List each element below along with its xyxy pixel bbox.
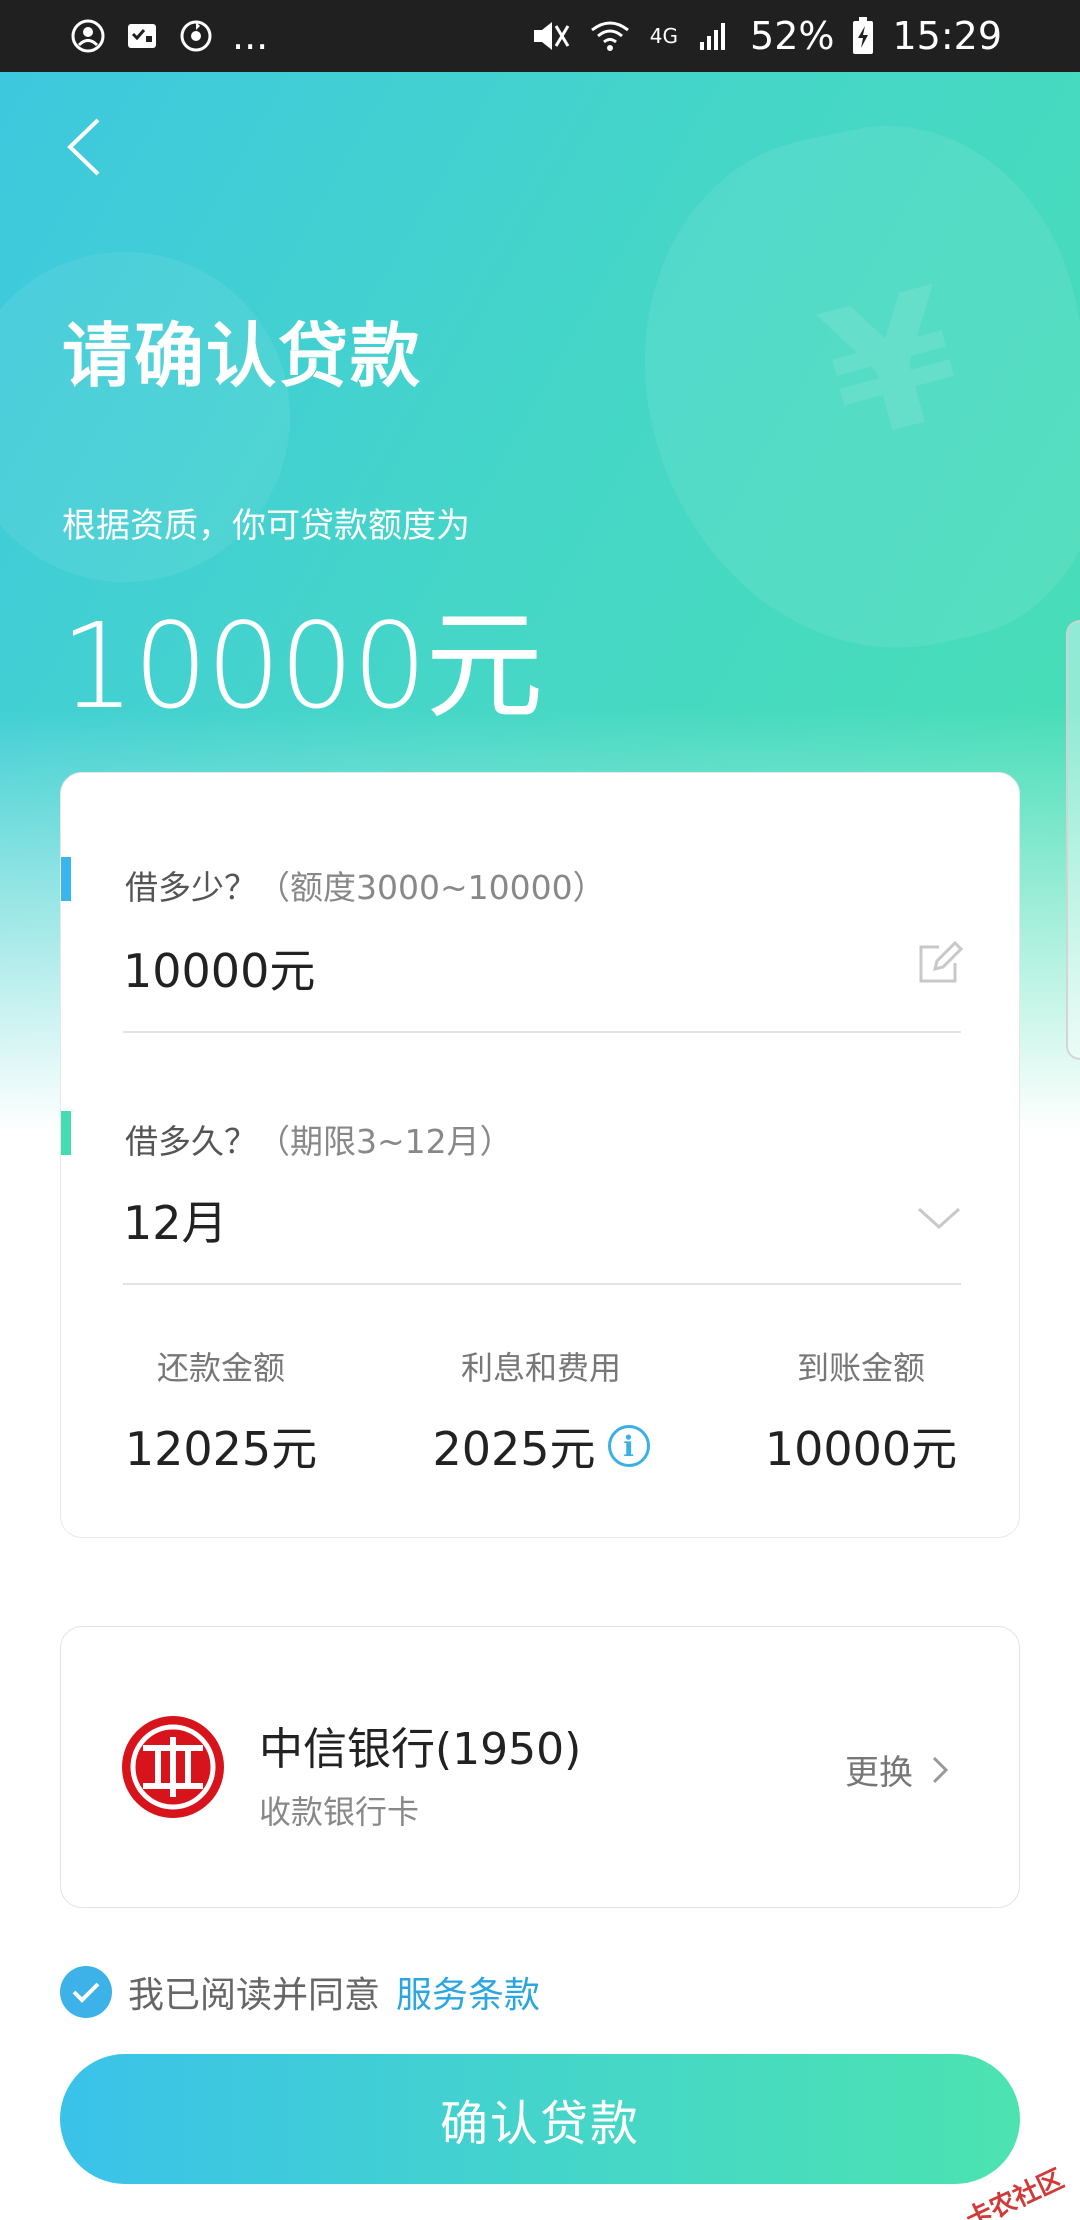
task-icon xyxy=(124,18,160,54)
network-type: 4G xyxy=(649,24,679,48)
change-bank-button[interactable]: 更换 xyxy=(845,1745,949,1794)
sync-icon xyxy=(178,18,214,54)
amount-label: 借多少？（额度3000~10000） xyxy=(125,861,606,909)
term-hint: （期限3~12月） xyxy=(257,1122,513,1161)
limit-label: 根据资质，你可贷款额度为 xyxy=(62,506,470,546)
amount-label-text: 借多少？ xyxy=(125,868,257,907)
clock: 15:29 xyxy=(892,14,1002,58)
confirm-loan-button[interactable]: 确认贷款 xyxy=(60,2054,1020,2184)
status-more: ... xyxy=(232,14,269,58)
account-icon xyxy=(70,18,106,54)
summary-label: 还款金额 xyxy=(156,1349,285,1387)
battery-charging-icon xyxy=(852,17,874,55)
limit-amount: 10000元 xyxy=(60,597,543,735)
wifi-icon xyxy=(588,18,632,54)
edit-icon[interactable] xyxy=(915,939,964,987)
summary-value: 10000元 xyxy=(764,1422,958,1476)
term-value[interactable]: 12月 xyxy=(123,1187,228,1253)
amount-value[interactable]: 10000元 xyxy=(123,935,315,1001)
summary-received: 到账金额 10000元 xyxy=(701,1343,1021,1479)
loan-form-card: 借多少？（额度3000~10000） 10000元 借多久？（期限3~12月） … xyxy=(60,772,1020,1538)
back-button[interactable] xyxy=(56,112,112,182)
loan-summary: 还款金额 12025元 利息和费用 2025元 i 到账金额 10000元 xyxy=(61,1343,1021,1476)
bank-subtitle: 收款银行卡 xyxy=(259,1793,420,1831)
info-icon[interactable]: i xyxy=(607,1425,650,1467)
status-right: 4G 52% 15:29 xyxy=(530,14,1002,58)
status-bar: ... 4G 52% 15:29 xyxy=(0,0,1080,72)
agreement-checkbox[interactable] xyxy=(60,1966,112,2018)
citic-bank-logo-icon xyxy=(121,1715,225,1819)
signal-icon xyxy=(696,18,732,54)
status-left: ... xyxy=(70,14,268,58)
agreement-row: 我已阅读并同意 服务条款 xyxy=(60,1966,540,2018)
back-arrow-icon xyxy=(67,118,100,176)
summary-label: 利息和费用 xyxy=(460,1349,621,1387)
agreement-text: 我已阅读并同意 xyxy=(128,1975,381,2016)
change-label: 更换 xyxy=(845,1753,913,1793)
amount-hint: （额度3000~10000） xyxy=(257,868,606,907)
bank-card-section[interactable]: 中信银行(1950) 收款银行卡 更换 xyxy=(60,1626,1020,1908)
page-title: 请确认贷款 xyxy=(62,315,422,397)
terms-link[interactable]: 服务条款 xyxy=(396,1966,540,2018)
chevron-down-icon[interactable] xyxy=(915,1203,963,1233)
checkmark-icon xyxy=(72,1982,100,2003)
term-marker xyxy=(61,1111,71,1155)
bank-name: 中信银行(1950) xyxy=(259,1724,582,1775)
term-divider xyxy=(123,1283,961,1285)
amount-divider xyxy=(123,1031,961,1033)
loan-confirm-screen: ... 4G 52% 15:29 ¥ 请确认贷款 根据资质，你可贷款额度为 10… xyxy=(0,0,1080,2220)
summary-value: 12025元 xyxy=(124,1422,318,1476)
term-label: 借多久？（期限3~12月） xyxy=(125,1115,513,1163)
battery-percent: 52% xyxy=(750,14,835,58)
summary-repayment: 还款金额 12025元 xyxy=(61,1343,381,1479)
summary-value: 2025元 xyxy=(432,1422,596,1476)
summary-label: 到账金额 xyxy=(796,1349,925,1387)
summary-interest: 利息和费用 2025元 i xyxy=(381,1343,701,1479)
term-label-text: 借多久？ xyxy=(125,1122,257,1161)
side-drawer-handle[interactable] xyxy=(1066,620,1080,1060)
mute-icon xyxy=(530,18,570,54)
amount-marker xyxy=(61,857,71,901)
chevron-right-icon xyxy=(932,1756,949,1783)
